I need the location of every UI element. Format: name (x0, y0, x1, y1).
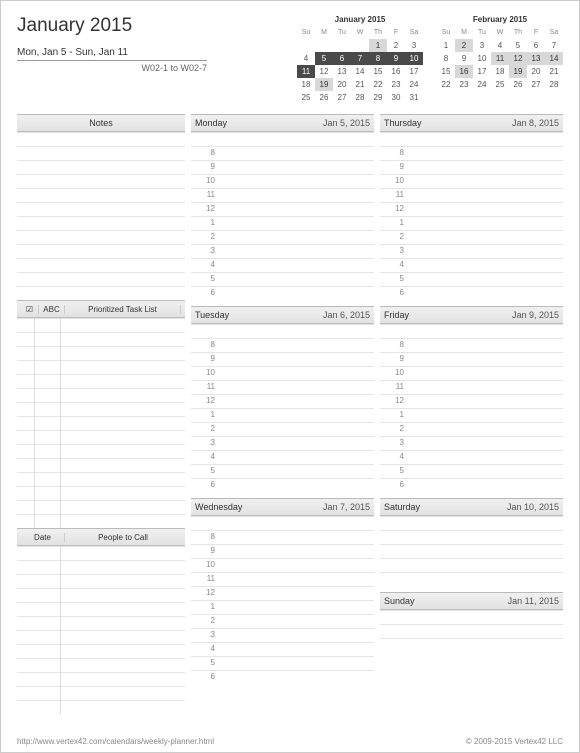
task-header: ☑ ABC Prioritized Task List (17, 300, 185, 318)
day-date: Jan 7, 2015 (323, 502, 370, 512)
planner-page: January 2015 Mon, Jan 5 - Sun, Jan 11 W0… (0, 0, 580, 753)
content: Notes ☑ ABC Prioritized Task List Date P… (17, 114, 563, 714)
footer: http://www.vertex42.com/calendars/weekly… (17, 737, 563, 746)
day-hours[interactable]: 89101112123456 (191, 132, 374, 300)
day-hours[interactable] (380, 610, 563, 652)
footer-copyright: © 2009-2015 Vertex42 LLC (466, 737, 563, 746)
right-column: Thursday Jan 8, 2015 89101112123456 Frid… (380, 114, 563, 714)
day-header: Monday Jan 5, 2015 (191, 114, 374, 132)
notes-label: Notes (89, 118, 113, 128)
title-block: January 2015 Mon, Jan 5 - Sun, Jan 11 W0… (17, 15, 207, 104)
day-thursday: Thursday Jan 8, 2015 89101112123456 (380, 114, 563, 300)
day-wednesday: Wednesday Jan 7, 2015 89101112123456 (191, 498, 374, 684)
day-monday: Monday Jan 5, 2015 89101112123456 (191, 114, 374, 300)
day-tuesday: Tuesday Jan 6, 2015 89101112123456 (191, 306, 374, 492)
task-col-check: ☑ (21, 305, 39, 314)
day-sunday: Sunday Jan 11, 2015 (380, 592, 563, 652)
notes-header: Notes (17, 114, 185, 132)
day-header: Friday Jan 9, 2015 (380, 306, 563, 324)
header: January 2015 Mon, Jan 5 - Sun, Jan 11 W0… (17, 15, 563, 104)
day-hours[interactable]: 89101112123456 (191, 516, 374, 684)
people-area[interactable] (17, 546, 185, 714)
day-label: Monday (195, 118, 227, 128)
notes-area[interactable] (17, 132, 185, 300)
day-hours[interactable]: 89101112123456 (191, 324, 374, 492)
day-date: Jan 11, 2015 (508, 596, 559, 606)
day-friday: Friday Jan 9, 2015 89101112123456 (380, 306, 563, 492)
day-header: Tuesday Jan 6, 2015 (191, 306, 374, 324)
day-hours[interactable] (380, 516, 563, 586)
sidebar-column: Notes ☑ ABC Prioritized Task List Date P… (17, 114, 185, 714)
day-date: Jan 6, 2015 (323, 310, 370, 320)
footer-url: http://www.vertex42.com/calendars/weekly… (17, 737, 214, 746)
mini-calendar-jan: January 2015 SuMTuWThFSa1234567891011121… (297, 15, 423, 104)
day-label: Wednesday (195, 502, 242, 512)
mini-calendar-title: February 2015 (437, 15, 563, 24)
middle-column: Monday Jan 5, 2015 89101112123456 Tuesda… (191, 114, 374, 714)
mini-calendar-title: January 2015 (297, 15, 423, 24)
day-saturday: Saturday Jan 10, 2015 (380, 498, 563, 586)
week-range: Mon, Jan 5 - Sun, Jan 11 (17, 47, 207, 61)
day-hours[interactable]: 89101112123456 (380, 324, 563, 492)
day-hours[interactable]: 89101112123456 (380, 132, 563, 300)
day-header: Sunday Jan 11, 2015 (380, 592, 563, 610)
mini-calendar-feb: February 2015 SuMTuWThFSa123456789101112… (437, 15, 563, 104)
day-date: Jan 5, 2015 (323, 118, 370, 128)
task-col-label: Prioritized Task List (65, 305, 181, 314)
day-label: Friday (384, 310, 409, 320)
day-header: Saturday Jan 10, 2015 (380, 498, 563, 516)
day-date: Jan 9, 2015 (512, 310, 559, 320)
people-col-label: People to Call (65, 533, 181, 542)
week-codes: W02-1 to W02-7 (17, 63, 207, 73)
day-header: Thursday Jan 8, 2015 (380, 114, 563, 132)
mini-calendar-grid: SuMTuWThFSa12345678910111213141516171819… (437, 26, 563, 91)
page-title: January 2015 (17, 15, 207, 37)
mini-calendar-grid: SuMTuWThFSa12345678910111213141516171819… (297, 26, 423, 104)
day-label: Sunday (384, 596, 415, 606)
day-label: Thursday (384, 118, 422, 128)
people-header: Date People to Call (17, 528, 185, 546)
mini-calendars: January 2015 SuMTuWThFSa1234567891011121… (297, 15, 563, 104)
task-col-abc: ABC (39, 305, 65, 314)
day-label: Saturday (384, 502, 420, 512)
people-col-date: Date (21, 533, 65, 542)
day-date: Jan 8, 2015 (512, 118, 559, 128)
task-area[interactable] (17, 318, 185, 528)
day-date: Jan 10, 2015 (507, 502, 559, 512)
day-label: Tuesday (195, 310, 229, 320)
day-header: Wednesday Jan 7, 2015 (191, 498, 374, 516)
